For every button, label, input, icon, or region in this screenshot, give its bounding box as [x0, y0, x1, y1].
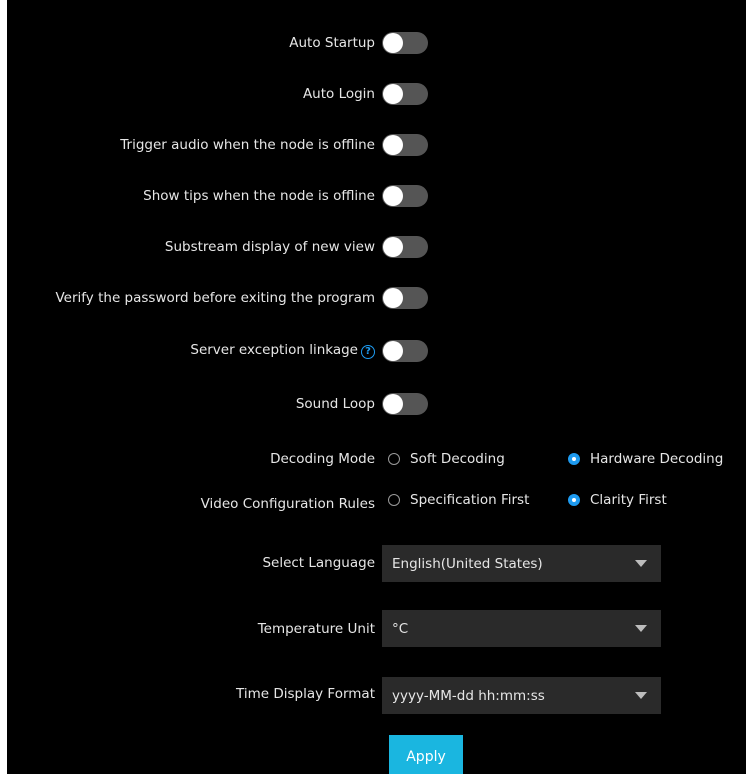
auto-startup-label: Auto Startup: [289, 35, 375, 51]
toggle-knob: [383, 84, 403, 104]
clarity-first-radio[interactable]: Clarity First: [568, 492, 667, 508]
auto-login-toggle[interactable]: [382, 83, 428, 105]
auto-login-label: Auto Login: [302, 86, 375, 102]
radio-checked-icon: [568, 453, 580, 465]
specification-first-radio[interactable]: Specification First: [388, 492, 529, 508]
clarity-first-label: Clarity First: [590, 492, 667, 508]
select-language-label: Select Language: [262, 555, 375, 571]
show-tips-offline-label: Show tips when the node is offline: [143, 188, 375, 204]
decoding-mode-label: Decoding Mode: [270, 451, 375, 467]
question-circle-icon[interactable]: ?: [361, 345, 375, 359]
toggle-knob: [383, 341, 403, 361]
trigger-audio-offline-label: Trigger audio when the node is offline: [120, 137, 375, 153]
radio-checked-icon: [568, 494, 580, 506]
sound-loop-label: Sound Loop: [295, 396, 375, 412]
soft-decoding-label: Soft Decoding: [410, 451, 505, 467]
radio-unchecked-icon: [388, 453, 400, 465]
time-display-format-value: yyyy-MM-dd hh:mm:ss: [392, 687, 545, 704]
trigger-audio-offline-toggle[interactable]: [382, 134, 428, 156]
sound-loop-toggle[interactable]: [382, 393, 428, 415]
server-exception-linkage-label: Server exception linkage?: [190, 340, 375, 360]
language-value: English(United States): [392, 555, 543, 572]
caret-down-icon: [635, 560, 647, 567]
video-config-rules-label: Video Configuration Rules: [200, 496, 375, 512]
server-exception-linkage-toggle[interactable]: [382, 340, 428, 362]
show-tips-offline-toggle[interactable]: [382, 185, 428, 207]
substream-display-toggle[interactable]: [382, 236, 428, 258]
language-select[interactable]: English(United States): [382, 545, 661, 582]
hardware-decoding-label: Hardware Decoding: [590, 451, 724, 467]
toggle-knob: [383, 135, 403, 155]
verify-password-exit-label: Verify the password before exiting the p…: [55, 290, 376, 306]
verify-password-exit-toggle[interactable]: [382, 287, 428, 309]
toggle-knob: [383, 186, 403, 206]
toggle-knob: [383, 394, 403, 414]
temperature-unit-value: °C: [392, 620, 409, 637]
caret-down-icon: [635, 692, 647, 699]
hardware-decoding-radio[interactable]: Hardware Decoding: [568, 451, 723, 467]
temperature-unit-label: Temperature Unit: [257, 621, 375, 637]
caret-down-icon: [635, 625, 647, 632]
temperature-unit-select[interactable]: °C: [382, 610, 661, 647]
specification-first-label: Specification First: [410, 492, 530, 508]
toggle-knob: [383, 288, 403, 308]
settings-panel: Auto Startup Auto Login Trigger audio wh…: [7, 0, 746, 774]
toggle-knob: [383, 33, 403, 53]
apply-button[interactable]: Apply: [389, 735, 463, 774]
soft-decoding-radio[interactable]: Soft Decoding: [388, 451, 505, 467]
server-exception-linkage-text: Server exception linkage: [190, 342, 358, 358]
substream-display-label: Substream display of new view: [164, 239, 375, 255]
time-display-format-select[interactable]: yyyy-MM-dd hh:mm:ss: [382, 677, 661, 714]
time-display-format-label: Time Display Format: [236, 686, 375, 702]
radio-unchecked-icon: [388, 494, 400, 506]
toggle-knob: [383, 237, 403, 257]
auto-startup-toggle[interactable]: [382, 32, 428, 54]
